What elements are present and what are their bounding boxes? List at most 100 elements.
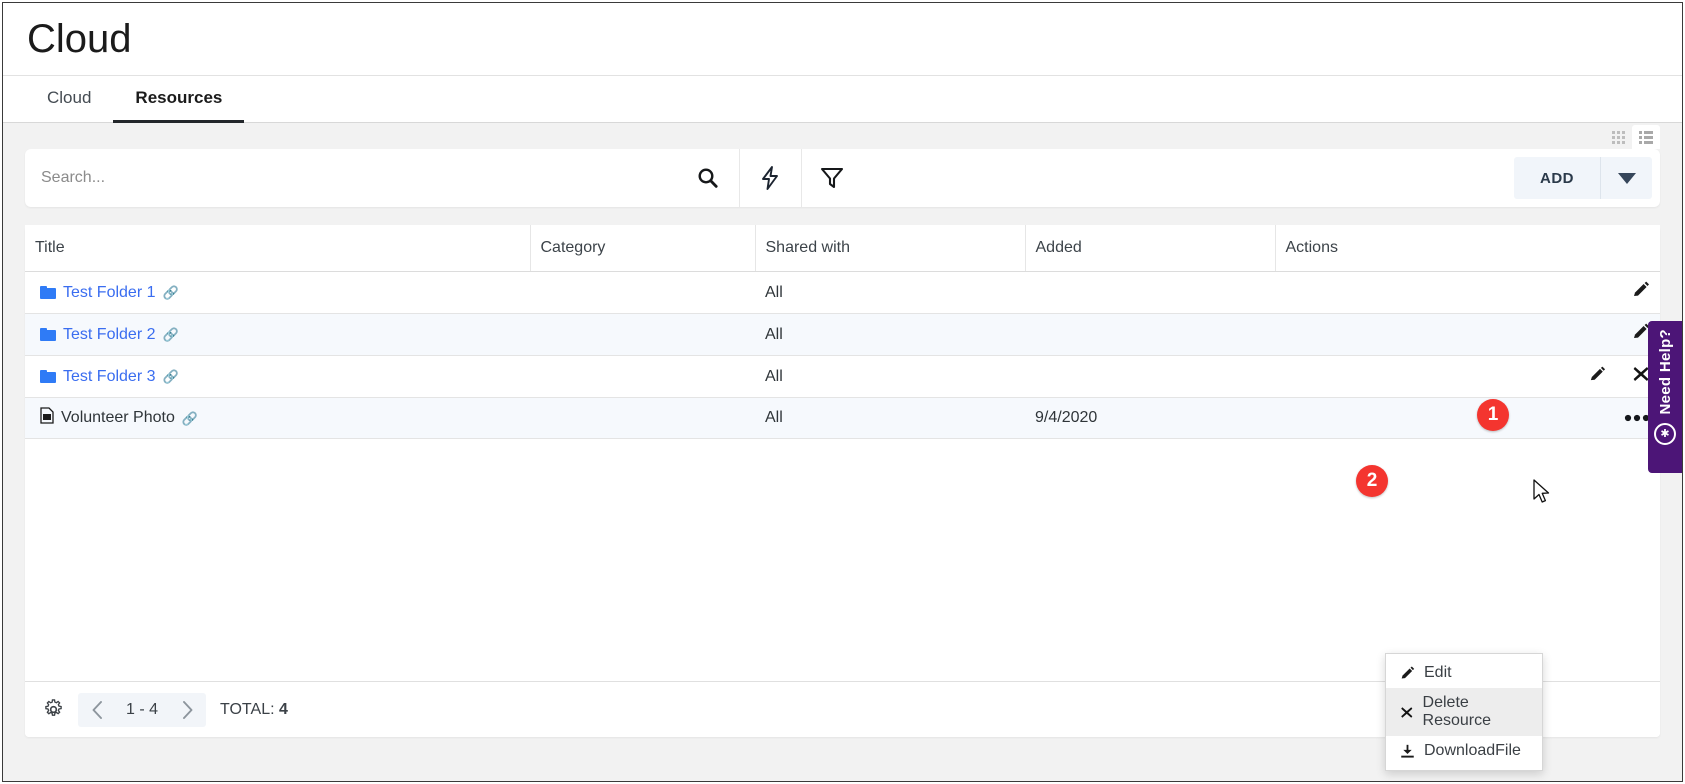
column-header-category[interactable]: Category	[530, 225, 756, 272]
grid-view-button[interactable]	[1604, 125, 1632, 149]
cell-added	[1025, 271, 1275, 314]
context-menu-label: DownloadFile	[1424, 742, 1521, 759]
mouse-cursor-icon	[1533, 479, 1550, 503]
cell-added	[1025, 313, 1275, 356]
chain-link-icon[interactable]: 🔗	[182, 412, 198, 425]
resource-title-link[interactable]: Test Folder 2	[63, 326, 155, 344]
context-menu-label: Delete Resource	[1422, 694, 1492, 729]
grid-settings-button[interactable]	[43, 699, 64, 720]
cell-category	[530, 355, 755, 398]
column-header-actions: Actions	[1275, 225, 1660, 272]
resource-title-text: Volunteer Photo	[61, 409, 175, 426]
step-marker-1: 1	[1477, 399, 1509, 431]
more-ellipsis-icon[interactable]	[1624, 409, 1650, 427]
cell-shared-with: All	[755, 271, 1025, 314]
chevron-down-icon	[1617, 172, 1636, 184]
cell-title: Volunteer Photo 🔗	[25, 397, 530, 439]
app-window: Cloud Cloud Resources Search... ADD Titl…	[2, 2, 1683, 782]
list-view-icon	[1639, 130, 1653, 144]
cell-category	[530, 397, 755, 439]
context-menu-item-download[interactable]: DownloadFile	[1386, 736, 1542, 766]
download-icon	[1401, 744, 1414, 758]
resource-title-link[interactable]: Test Folder 1	[63, 284, 155, 302]
grid-view-icon	[1611, 130, 1625, 144]
search-icon	[697, 168, 718, 188]
folder-icon	[40, 286, 56, 299]
cell-title: Test Folder 1 🔗	[25, 271, 530, 314]
column-header-title[interactable]: Title	[25, 225, 531, 272]
chain-link-icon[interactable]: 🔗	[162, 286, 178, 299]
view-toggle-group	[25, 123, 1660, 149]
table-row[interactable]: Test Folder 2 🔗 All	[25, 313, 1660, 356]
table-row[interactable]: Test Folder 1 🔗 All	[25, 271, 1660, 314]
cell-actions	[1275, 271, 1660, 314]
resource-title-link[interactable]: Test Folder 3	[63, 368, 155, 386]
edit-pencil-icon	[1401, 666, 1415, 678]
table-row[interactable]: Test Folder 3 🔗 All	[25, 355, 1660, 398]
filter-funnel-icon	[820, 167, 844, 189]
pagination: 1 - 4	[78, 692, 206, 727]
search-field-wrapper	[25, 149, 677, 207]
cell-added	[1025, 355, 1275, 398]
tab-bar: Cloud Resources	[3, 75, 1682, 123]
file-image-icon	[40, 407, 54, 429]
tab-resources[interactable]: Resources	[113, 76, 245, 123]
step-marker-2: 2	[1356, 465, 1388, 497]
cell-added: 9/4/2020	[1025, 397, 1275, 439]
total-value: 4	[278, 700, 288, 718]
tab-cloud[interactable]: Cloud	[25, 76, 113, 123]
page-title: Cloud	[27, 17, 132, 61]
resources-table-card: Title Category Shared with Added Actions	[25, 225, 1660, 771]
search-input[interactable]	[25, 149, 677, 207]
context-menu-item-edit[interactable]: Edit	[1386, 658, 1542, 688]
folder-icon	[40, 370, 56, 383]
toolbar-actions: ADD	[1514, 149, 1660, 207]
total-label: TOTAL:	[220, 700, 275, 718]
total-count: TOTAL: 4	[220, 701, 288, 719]
column-header-shared-with[interactable]: Shared with	[755, 225, 1026, 272]
lightning-bolt-icon	[762, 166, 778, 190]
cell-title: Test Folder 2 🔗	[25, 313, 530, 356]
resources-table: Title Category Shared with Added Actions	[25, 225, 1660, 439]
cell-actions	[1275, 355, 1660, 398]
page-header: Cloud	[3, 3, 1682, 75]
table-header-row: Title Category Shared with Added Actions	[25, 225, 1660, 272]
chevron-right-icon	[182, 700, 192, 719]
row-context-menu: Edit Delete Resource DownloadFile	[1385, 653, 1543, 771]
edit-pencil-icon[interactable]	[1589, 366, 1606, 388]
prev-page-button[interactable]	[78, 700, 116, 719]
search-button[interactable]	[677, 149, 739, 207]
context-menu-label: Edit	[1424, 664, 1452, 681]
context-menu-item-delete[interactable]: Delete Resource	[1386, 688, 1542, 736]
chain-link-icon[interactable]: 🔗	[162, 370, 178, 383]
need-help-label: Need Help?	[1656, 329, 1674, 415]
life-ring-icon: ✱	[1654, 422, 1676, 445]
cell-title: Test Folder 3 🔗	[25, 355, 530, 398]
folder-icon	[40, 328, 56, 341]
next-page-button[interactable]	[168, 700, 206, 719]
column-header-added[interactable]: Added	[1025, 225, 1276, 272]
need-help-tab[interactable]: Need Help? ✱	[1648, 321, 1682, 473]
quick-action-button[interactable]	[738, 149, 801, 207]
filter-button[interactable]	[800, 149, 863, 207]
cell-category	[530, 271, 755, 314]
delete-x-icon	[1401, 706, 1413, 718]
chain-link-icon[interactable]: 🔗	[162, 328, 178, 341]
add-button[interactable]: ADD	[1514, 157, 1600, 199]
gear-icon	[45, 699, 62, 716]
add-dropdown-button[interactable]	[1600, 157, 1652, 199]
edit-pencil-icon[interactable]	[1632, 281, 1650, 304]
page-range-label: 1 - 4	[125, 700, 158, 718]
table-row[interactable]: Volunteer Photo 🔗 All 9/4/2020	[25, 397, 1660, 439]
cell-shared-with: All	[755, 355, 1025, 398]
add-button-group: ADD	[1514, 157, 1652, 199]
cell-actions	[1275, 313, 1660, 356]
cell-category	[530, 313, 755, 356]
cell-shared-with: All	[755, 313, 1025, 356]
cell-actions	[1275, 397, 1660, 439]
content-area: ADD Title Category Shared with	[3, 123, 1682, 781]
cell-shared-with: All	[755, 397, 1025, 439]
search-toolbar: ADD	[25, 149, 1660, 207]
list-view-button[interactable]	[1632, 125, 1660, 149]
chevron-left-icon	[92, 700, 102, 719]
